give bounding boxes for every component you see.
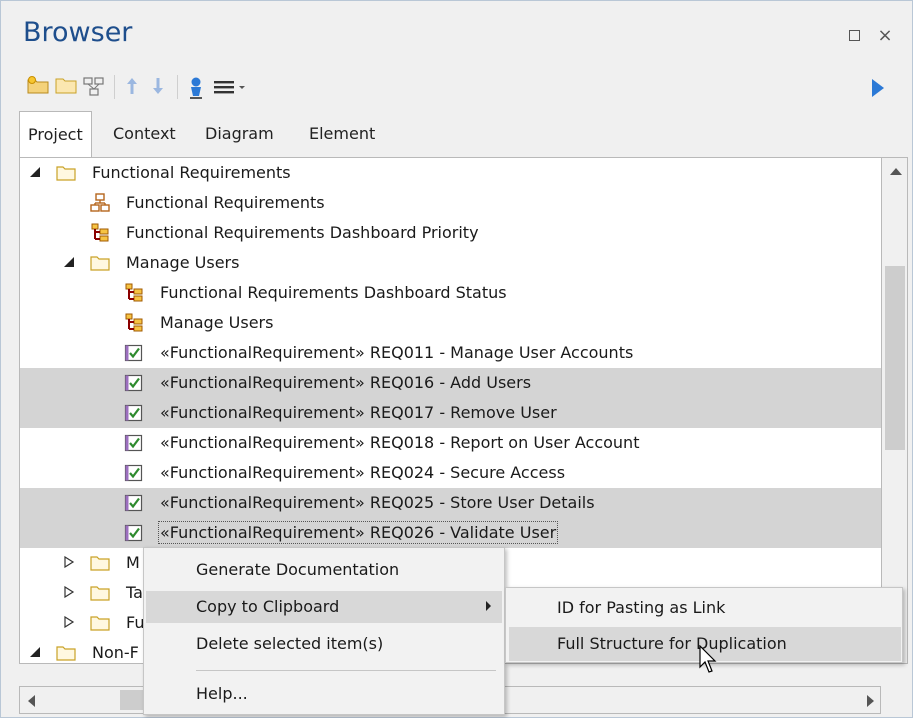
tree-row-label: «FunctionalRequirement» REQ024 - Secure … xyxy=(160,463,566,482)
diagram-icon[interactable] xyxy=(83,76,105,98)
menu-item-label: Copy to Clipboard xyxy=(196,597,340,616)
requirement-icon xyxy=(124,494,143,512)
browser-window: Browser × Project Context Diagram Elemen… xyxy=(0,0,913,718)
tree-row-label: Functional Requirements Dashboard Priori… xyxy=(126,223,479,242)
tree-row[interactable]: «FunctionalRequirement» REQ017 - Remove … xyxy=(20,398,881,428)
requirement-icon xyxy=(124,374,143,392)
tree-row-label: Functional Requirements xyxy=(92,163,291,182)
folder-icon xyxy=(90,616,110,631)
collapsed-icon[interactable] xyxy=(63,616,75,628)
requirement-icon xyxy=(124,404,143,422)
scroll-left-icon[interactable] xyxy=(28,695,35,707)
tree-row[interactable]: «FunctionalRequirement» REQ025 - Store U… xyxy=(20,488,881,518)
context-menu: Generate Documentation Copy to Clipboard… xyxy=(143,547,505,715)
menu-item-generate-documentation[interactable]: Generate Documentation xyxy=(146,554,502,586)
requirement-icon xyxy=(124,344,143,362)
folder-icon xyxy=(90,586,110,601)
tree-row-label: Non-F xyxy=(92,643,139,662)
tree-row-label: «FunctionalRequirement» REQ017 - Remove … xyxy=(160,403,557,422)
diagram-icon xyxy=(90,193,110,212)
tree-row-label: Functional Requirements xyxy=(126,193,325,212)
tree-row[interactable]: «FunctionalRequirement» REQ026 - Validat… xyxy=(20,518,881,548)
expanded-icon[interactable] xyxy=(63,256,75,268)
tree-row-label: Ta xyxy=(126,583,143,602)
tree-row-label: M xyxy=(126,553,140,572)
requirement-icon xyxy=(124,434,143,452)
tree-row-label: Functional Requirements Dashboard Status xyxy=(160,283,507,302)
requirement-icon xyxy=(124,524,143,542)
close-icon[interactable]: × xyxy=(877,27,893,45)
menu-item-label: Generate Documentation xyxy=(196,560,400,579)
tree-row[interactable]: «FunctionalRequirement» REQ024 - Secure … xyxy=(20,458,881,488)
tree-row-label: «FunctionalRequirement» REQ018 - Report … xyxy=(160,433,640,452)
scroll-thumb[interactable] xyxy=(885,266,905,450)
menu-item-id-for-pasting-as-link[interactable]: ID for Pasting as Link xyxy=(509,591,901,625)
submenu-arrow-icon xyxy=(486,601,491,611)
tree-row-label: Manage Users xyxy=(160,313,274,332)
move-down-icon[interactable] xyxy=(151,76,165,96)
toolbar xyxy=(1,63,912,107)
locate-icon[interactable] xyxy=(187,76,205,100)
dashboard-icon xyxy=(125,283,143,302)
tree-row-label: «FunctionalRequirement» REQ016 - Add Use… xyxy=(160,373,532,392)
scroll-up-icon[interactable] xyxy=(890,168,902,175)
menu-item-label: Delete selected item(s) xyxy=(196,634,384,653)
tree-row-label: «FunctionalRequirement» REQ026 - Validat… xyxy=(157,521,559,544)
folder-icon xyxy=(90,256,110,271)
tree-row[interactable]: Functional Requirements xyxy=(20,158,881,188)
folder-icon xyxy=(56,166,76,181)
tree-row[interactable]: «FunctionalRequirement» REQ011 - Manage … xyxy=(20,338,881,368)
tree-row[interactable]: Functional Requirements Dashboard Priori… xyxy=(20,218,881,248)
tree-row[interactable]: Manage Users xyxy=(20,308,881,338)
menu-item-label: Help... xyxy=(196,684,248,703)
tree-row[interactable]: Functional Requirements xyxy=(20,188,881,218)
window-title: Browser xyxy=(23,17,133,48)
new-package-icon[interactable] xyxy=(27,76,49,94)
tab-context[interactable]: Context xyxy=(105,111,184,157)
tree-row[interactable]: «FunctionalRequirement» REQ018 - Report … xyxy=(20,428,881,458)
menu-item-label: Full Structure for Duplication xyxy=(557,634,787,653)
menu-separator xyxy=(196,670,496,671)
menu-item-label: ID for Pasting as Link xyxy=(557,598,726,617)
mouse-pointer-icon xyxy=(699,645,717,673)
tree-row[interactable]: Functional Requirements Dashboard Status xyxy=(20,278,881,308)
menu-item-delete-selected[interactable]: Delete selected item(s) xyxy=(146,628,502,660)
folder-icon xyxy=(90,556,110,571)
requirement-icon xyxy=(124,464,143,482)
tab-project[interactable]: Project xyxy=(19,111,92,158)
menu-item-help[interactable]: Help... xyxy=(146,678,502,710)
tab-element[interactable]: Element xyxy=(301,111,383,157)
tree-row-label: «FunctionalRequirement» REQ025 - Store U… xyxy=(160,493,595,512)
tree-row[interactable]: Manage Users xyxy=(20,248,881,278)
menu-item-copy-to-clipboard[interactable]: Copy to Clipboard xyxy=(146,591,502,623)
expanded-icon[interactable] xyxy=(29,166,41,178)
tree-row[interactable]: «FunctionalRequirement» REQ016 - Add Use… xyxy=(20,368,881,398)
expanded-icon[interactable] xyxy=(29,646,41,658)
tree-row-label: Fu xyxy=(126,613,145,632)
folder-icon xyxy=(56,646,76,661)
collapsed-icon[interactable] xyxy=(63,556,75,568)
title-bar: Browser × xyxy=(1,1,912,63)
tab-diagram[interactable]: Diagram xyxy=(197,111,282,157)
tree-row-label: Manage Users xyxy=(126,253,240,272)
run-icon[interactable] xyxy=(872,79,884,97)
move-up-icon[interactable] xyxy=(125,76,139,96)
scroll-right-icon[interactable] xyxy=(867,695,874,707)
menu-icon[interactable] xyxy=(213,76,249,98)
tree-row-label: «FunctionalRequirement» REQ011 - Manage … xyxy=(160,343,634,362)
dashboard-icon xyxy=(125,313,143,332)
collapsed-icon[interactable] xyxy=(63,586,75,598)
dashboard-icon xyxy=(91,223,109,242)
restore-icon[interactable] xyxy=(847,28,863,44)
folder-icon[interactable] xyxy=(55,76,77,94)
